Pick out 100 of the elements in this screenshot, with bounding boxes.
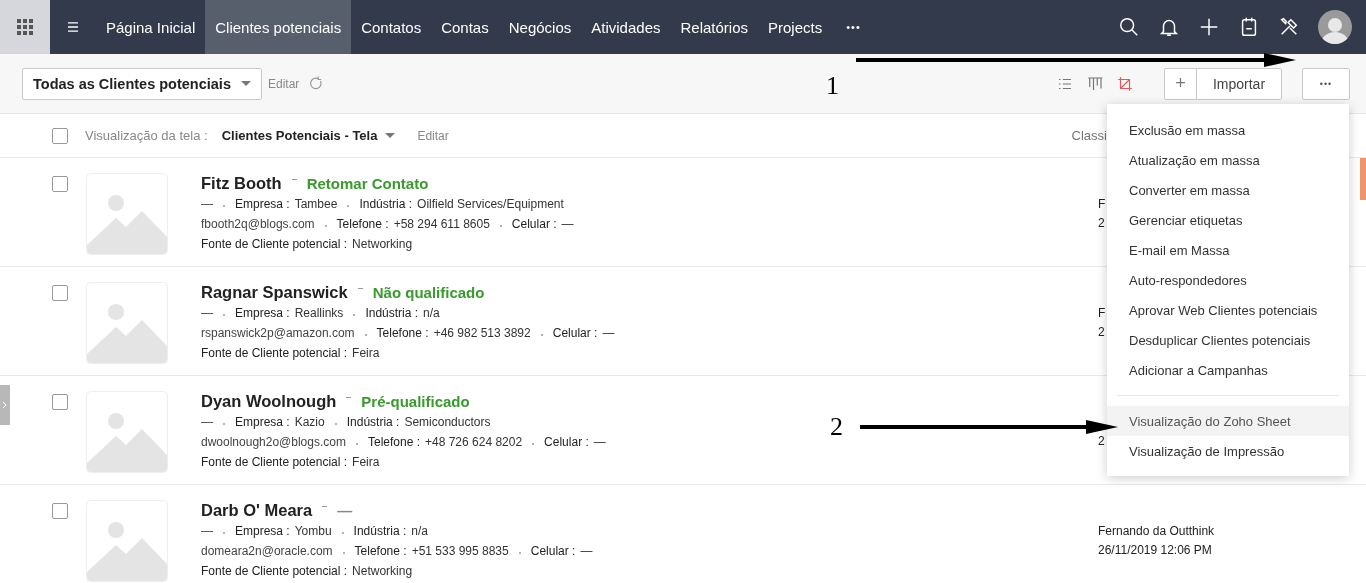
- field-label: Indústria :: [353, 524, 407, 538]
- field-value: n/a: [411, 524, 428, 538]
- created-date: 2: [1098, 433, 1105, 450]
- field-label: Fonte de Cliente potencial :: [201, 346, 348, 360]
- menu-item[interactable]: Converter em massa: [1107, 175, 1349, 205]
- search-icon[interactable]: [1118, 16, 1140, 38]
- field-value: +51 533 995 8835: [411, 544, 509, 558]
- view-name-select[interactable]: Clientes Potenciais - Tela: [221, 128, 378, 143]
- field-label: Telefone :: [376, 326, 429, 340]
- lead-name[interactable]: Darb O' Meara: [201, 500, 313, 520]
- field-value: —: [593, 435, 606, 449]
- row-checkbox[interactable]: [52, 285, 68, 301]
- sort-label[interactable]: Classi: [1071, 128, 1107, 143]
- add-button[interactable]: +: [1165, 68, 1197, 99]
- owner-name: F: [1098, 305, 1106, 322]
- tools-icon[interactable]: [1278, 16, 1300, 38]
- field-value: Feira: [352, 346, 380, 360]
- field-value: Yombu: [294, 524, 332, 538]
- menu-item[interactable]: E-mail em Massa: [1107, 235, 1349, 265]
- created-date: 2: [1098, 324, 1105, 341]
- lead-status: —: [337, 501, 353, 519]
- select-all-checkbox[interactable]: [52, 127, 68, 144]
- field-value: Kazio: [294, 415, 325, 429]
- field-value: rspanswick2p@amazon.com: [201, 326, 355, 340]
- user-avatar[interactable]: [1318, 10, 1352, 44]
- field-value: +46 982 513 3892: [433, 326, 531, 340]
- lead-name[interactable]: Fitz Booth: [201, 173, 282, 193]
- field-value: +48 726 624 8202: [425, 435, 523, 449]
- row-checkbox[interactable]: [52, 176, 68, 192]
- nav-tab[interactable]: Relatórios: [670, 0, 758, 54]
- field-label: Empresa :: [235, 415, 290, 429]
- nav-tab[interactable]: Projects: [758, 0, 833, 54]
- menu-item[interactable]: Atualização em massa: [1107, 145, 1349, 175]
- nav-tab[interactable]: Página Inicial: [96, 0, 206, 54]
- lead-name[interactable]: Ragnar Spanswick: [201, 282, 348, 302]
- field-value: Networking: [352, 564, 413, 578]
- lead-status: Retomar Contato: [306, 174, 429, 192]
- field-value: Semiconductors: [404, 415, 491, 429]
- field-label: Celular :: [552, 326, 598, 340]
- grid-icon: [17, 19, 33, 35]
- field-value: dwoolnough2o@blogs.com: [201, 435, 346, 449]
- created-date: 2: [1098, 215, 1105, 232]
- menu-item[interactable]: Adicionar a Campanhas: [1107, 355, 1349, 385]
- field-value: Networking: [352, 237, 413, 251]
- field-value: n/a: [423, 306, 440, 320]
- field-label: Indústria :: [365, 306, 419, 320]
- scroll-marker: [1360, 158, 1366, 200]
- menu-item[interactable]: Gerenciar etiquetas: [1107, 205, 1349, 235]
- row-checkbox[interactable]: [52, 503, 68, 519]
- field-label: Empresa :: [235, 306, 290, 320]
- field-value: Reallinks: [294, 306, 344, 320]
- lead-status: Pré-qualificado: [361, 392, 470, 410]
- field-label: Celular :: [530, 544, 576, 558]
- field-label: Telefone :: [336, 217, 389, 231]
- field-value: domeara2n@oracle.com: [201, 544, 333, 558]
- field-label: Celular :: [544, 435, 589, 449]
- field-value: —: [201, 197, 213, 211]
- field-label: Fonte de Cliente potencial :: [201, 564, 348, 578]
- field-value: +58 294 611 8605: [393, 217, 490, 231]
- menu-item[interactable]: Visualização de Impressão: [1107, 436, 1349, 466]
- field-label: Empresa :: [235, 197, 290, 211]
- nav-tab[interactable]: Negócios: [498, 0, 582, 54]
- field-value: Feira: [352, 455, 380, 469]
- field-label: Fonte de Cliente potencial :: [201, 455, 348, 469]
- owner-name: F: [1098, 196, 1106, 213]
- menu-item[interactable]: Visualização do Zoho Sheet: [1107, 406, 1349, 436]
- field-label: Fonte de Cliente potencial :: [201, 237, 348, 251]
- side-panel-handle[interactable]: [0, 385, 10, 425]
- field-value: —: [201, 306, 213, 320]
- nav-tab[interactable]: Atividades: [581, 0, 671, 54]
- kanban-icon[interactable]: [1086, 74, 1104, 93]
- nav-tab[interactable]: Contatos: [351, 0, 432, 54]
- row-checkbox[interactable]: [52, 394, 68, 410]
- plus-icon[interactable]: [1198, 16, 1220, 38]
- nav-tab[interactable]: Contas: [431, 0, 499, 54]
- menu-item[interactable]: Aprovar Web Clientes potenciais: [1107, 295, 1349, 325]
- nav-tab[interactable]: Clientes potenciais: [205, 0, 352, 54]
- menu-item[interactable]: Desduplicar Clientes potenciais: [1107, 325, 1349, 355]
- view-select[interactable]: Todas as Clientes potenciais: [22, 67, 262, 100]
- more-tabs-button[interactable]: •••: [832, 21, 875, 33]
- field-value: —: [201, 415, 213, 429]
- menu-item[interactable]: Exclusão em massa: [1107, 115, 1349, 145]
- field-value: fbooth2q@blogs.com: [201, 217, 315, 231]
- crop-icon[interactable]: [1116, 74, 1134, 93]
- field-value: Oilfield Services/Equipment: [417, 197, 564, 211]
- field-label: Empresa :: [235, 524, 290, 538]
- owner-name: Fernando da Outthink: [1098, 523, 1215, 540]
- field-value: —: [580, 544, 593, 558]
- field-label: Telefone :: [354, 544, 407, 558]
- field-value: —: [561, 217, 574, 231]
- lead-name[interactable]: Dyan Woolnough: [201, 391, 337, 411]
- annotation-number: 2: [830, 412, 844, 442]
- apps-button[interactable]: [0, 0, 50, 54]
- more-actions-button[interactable]: •••: [1302, 67, 1350, 100]
- menu-item[interactable]: Auto-respondedores: [1107, 265, 1349, 295]
- created-date: 26/11/2019 12:06 PM: [1098, 542, 1212, 559]
- edit-link[interactable]: Editar: [417, 128, 449, 143]
- field-label: Indústria :: [359, 197, 413, 211]
- annotation-number: 1: [826, 71, 840, 101]
- field-label: Celular :: [511, 217, 557, 231]
